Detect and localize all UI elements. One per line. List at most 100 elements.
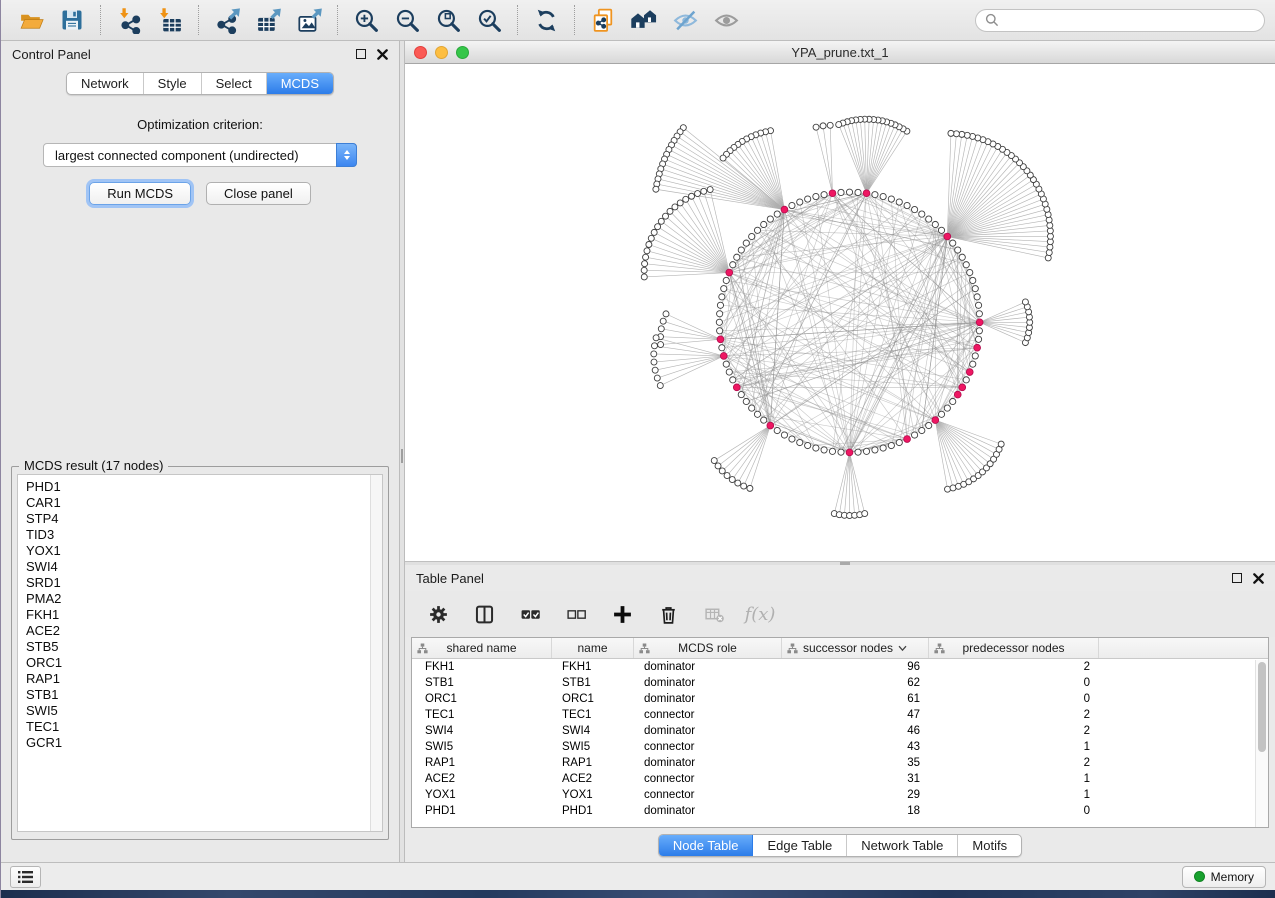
table-cell[interactable]: SWI5 xyxy=(552,739,634,755)
tab-select[interactable]: Select xyxy=(202,73,267,94)
table-cell[interactable]: dominator xyxy=(634,691,782,707)
mcds-result-item[interactable]: YOX1 xyxy=(26,543,382,559)
mcds-result-item[interactable]: GCR1 xyxy=(26,735,382,751)
table-cell[interactable]: 2 xyxy=(929,723,1099,739)
refresh-button[interactable] xyxy=(526,3,566,37)
add-column-button[interactable] xyxy=(609,601,635,627)
table-cell[interactable]: 18 xyxy=(782,803,929,819)
table-cell[interactable]: RAP1 xyxy=(552,755,634,771)
hide-selected-button[interactable] xyxy=(665,3,705,37)
table-row[interactable]: STB1STB1dominator620 xyxy=(412,675,1268,691)
search-box[interactable] xyxy=(975,9,1265,32)
mcds-result-item[interactable]: PHD1 xyxy=(26,479,382,495)
export-network-button[interactable] xyxy=(207,3,247,37)
export-image-button[interactable] xyxy=(289,3,329,37)
table-cell[interactable]: 0 xyxy=(929,691,1099,707)
table-cell[interactable]: YOX1 xyxy=(552,787,634,803)
save-button[interactable] xyxy=(52,3,92,37)
unselect-all-button[interactable] xyxy=(563,601,589,627)
table-cell[interactable]: FKH1 xyxy=(412,659,552,675)
select-all-button[interactable] xyxy=(517,601,543,627)
table-cell[interactable]: SWI4 xyxy=(412,723,552,739)
export-table-button[interactable] xyxy=(248,3,288,37)
table-row[interactable]: RAP1RAP1dominator352 xyxy=(412,755,1268,771)
mcds-result-item[interactable]: TEC1 xyxy=(26,719,382,735)
neighbors-button[interactable] xyxy=(624,3,664,37)
table-cell[interactable]: PHD1 xyxy=(412,803,552,819)
table-cell[interactable]: 61 xyxy=(782,691,929,707)
table-cell[interactable]: dominator xyxy=(634,755,782,771)
float-panel-icon[interactable] xyxy=(356,49,366,59)
close-panel-button[interactable]: Close panel xyxy=(206,182,311,205)
network-graph[interactable] xyxy=(405,64,1275,562)
table-row[interactable]: ORC1ORC1dominator610 xyxy=(412,691,1268,707)
table-row[interactable]: FKH1FKH1dominator962 xyxy=(412,659,1268,675)
column-header-mcds-role[interactable]: MCDS role xyxy=(634,638,782,658)
mcds-result-item[interactable]: FKH1 xyxy=(26,607,382,623)
divider-grip[interactable] xyxy=(840,562,850,565)
table-cell[interactable]: ORC1 xyxy=(412,691,552,707)
table-cell[interactable]: 2 xyxy=(929,659,1099,675)
table-cell[interactable]: 2 xyxy=(929,707,1099,723)
criterion-dropdown[interactable]: largest connected component (undirected) xyxy=(43,143,357,167)
panel-divider-horizontal[interactable] xyxy=(405,561,1275,565)
table-cell[interactable]: dominator xyxy=(634,723,782,739)
search-input[interactable] xyxy=(1005,13,1255,27)
table-cell[interactable]: SWI4 xyxy=(552,723,634,739)
mcds-result-item[interactable]: RAP1 xyxy=(26,671,382,687)
table-cell[interactable]: TEC1 xyxy=(412,707,552,723)
table-cell[interactable]: connector xyxy=(634,707,782,723)
table-row[interactable]: SWI5SWI5connector431 xyxy=(412,739,1268,755)
mcds-result-item[interactable]: STB5 xyxy=(26,639,382,655)
table-cell[interactable]: 47 xyxy=(782,707,929,723)
show-columns-button[interactable] xyxy=(471,601,497,627)
tab-node-table[interactable]: Node Table xyxy=(659,835,754,856)
tab-edge-table[interactable]: Edge Table xyxy=(753,835,847,856)
mcds-result-item[interactable]: ACE2 xyxy=(26,623,382,639)
panel-divider-vertical[interactable] xyxy=(399,41,405,862)
close-panel-icon[interactable] xyxy=(1253,573,1264,584)
table-cell[interactable]: dominator xyxy=(634,675,782,691)
minimize-window-icon[interactable] xyxy=(435,46,448,59)
table-cell[interactable]: 31 xyxy=(782,771,929,787)
table-cell[interactable]: PHD1 xyxy=(552,803,634,819)
table-settings-button[interactable] xyxy=(425,601,451,627)
mcds-result-item[interactable]: SWI4 xyxy=(26,559,382,575)
mcds-result-item[interactable]: SWI5 xyxy=(26,703,382,719)
import-network-button[interactable] xyxy=(109,3,149,37)
table-cell[interactable]: 0 xyxy=(929,675,1099,691)
mcds-result-item[interactable]: CAR1 xyxy=(26,495,382,511)
table-cell[interactable]: 1 xyxy=(929,787,1099,803)
table-cell[interactable]: 1 xyxy=(929,771,1099,787)
mcds-result-item[interactable]: SRD1 xyxy=(26,575,382,591)
maximize-window-icon[interactable] xyxy=(456,46,469,59)
table-cell[interactable]: FKH1 xyxy=(552,659,634,675)
table-cell[interactable]: connector xyxy=(634,771,782,787)
table-cell[interactable]: 2 xyxy=(929,755,1099,771)
table-row[interactable]: YOX1YOX1connector291 xyxy=(412,787,1268,803)
run-mcds-button[interactable]: Run MCDS xyxy=(89,182,191,205)
table-cell[interactable]: ORC1 xyxy=(552,691,634,707)
table-cell[interactable]: 46 xyxy=(782,723,929,739)
mcds-result-item[interactable]: TID3 xyxy=(26,527,382,543)
zoom-in-button[interactable] xyxy=(346,3,386,37)
import-table-button[interactable] xyxy=(150,3,190,37)
tab-network[interactable]: Network xyxy=(67,73,144,94)
tab-style[interactable]: Style xyxy=(144,73,202,94)
column-header-name[interactable]: name xyxy=(552,638,634,658)
zoom-selected-button[interactable] xyxy=(469,3,509,37)
network-canvas[interactable] xyxy=(405,64,1275,562)
close-panel-icon[interactable] xyxy=(377,49,388,60)
table-cell[interactable]: SWI5 xyxy=(412,739,552,755)
tab-mcds[interactable]: MCDS xyxy=(267,73,333,94)
column-header-predecessor-nodes[interactable]: predecessor nodes xyxy=(929,638,1099,658)
table-cell[interactable]: connector xyxy=(634,739,782,755)
table-cell[interactable]: 29 xyxy=(782,787,929,803)
mcds-result-item[interactable]: PMA2 xyxy=(26,591,382,607)
table-cell[interactable]: dominator xyxy=(634,803,782,819)
clone-network-button[interactable] xyxy=(583,3,623,37)
mcds-result-item[interactable]: STP4 xyxy=(26,511,382,527)
table-cell[interactable]: ACE2 xyxy=(412,771,552,787)
table-cell[interactable]: 0 xyxy=(929,803,1099,819)
table-scrollbar-thumb[interactable] xyxy=(1258,662,1266,752)
